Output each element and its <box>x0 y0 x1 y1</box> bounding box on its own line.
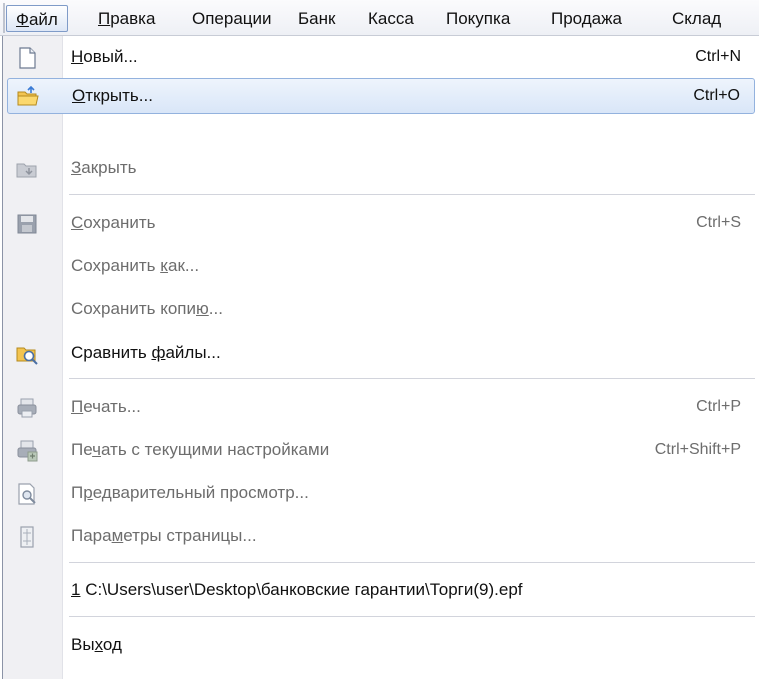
save-copy-pre: Сохранить копи <box>71 299 196 318</box>
page-setup-pre: Пара <box>71 526 112 545</box>
new-accel: Н <box>71 47 84 66</box>
menu-item-open-shortcut: Ctrl+O <box>693 87 740 104</box>
close-folder-icon <box>15 157 39 181</box>
menu-item-print-current-shortcut: Ctrl+Shift+P <box>654 441 741 458</box>
menu-edit-accel: П <box>98 9 111 28</box>
open-accel: О <box>72 86 86 105</box>
open-folder-icon <box>16 85 40 109</box>
page-setup-accel: м <box>111 526 124 545</box>
save-post: охранить <box>83 213 156 232</box>
menu-cash[interactable]: Касса <box>368 5 414 32</box>
menu-item-new-label: Новый... <box>71 40 138 74</box>
menu-bar-grip <box>3 3 5 33</box>
menu-item-exit-label: Выход <box>71 628 122 662</box>
preview-pre: П <box>71 483 84 502</box>
menu-cash-label: Касса <box>368 9 414 28</box>
exit-accel: х <box>94 635 103 654</box>
new-post: овый... <box>83 47 138 66</box>
open-post: ткрыть... <box>85 86 153 105</box>
page-setup-icon <box>15 525 39 549</box>
menu-item-print[interactable]: Печать... Ctrl+P <box>7 390 755 426</box>
print-current-pre: Пе <box>71 440 93 459</box>
print-current-post: ать с текущими настройками <box>100 440 330 459</box>
compare-pre: Сравнить <box>71 343 152 362</box>
close-accel: З <box>71 158 82 177</box>
menu-item-compare-files[interactable]: Сравнить файлы... <box>7 336 755 372</box>
menu-item-save-copy[interactable]: Сохранить копию... <box>7 292 755 328</box>
preview-accel: р <box>83 483 93 502</box>
menu-item-close[interactable]: Закрыть <box>7 151 755 187</box>
file-menu-dropdown: Новый... Ctrl+N Открыть... Ctrl+O Закрыт… <box>2 36 759 679</box>
menu-item-recent-file-label: 1 C:\Users\user\Desktop\банковские гаран… <box>71 573 523 607</box>
print-current-accel: ч <box>92 440 101 459</box>
menu-item-open-label: Открыть... <box>72 79 153 113</box>
printer-icon <box>15 396 39 420</box>
save-as-accel: к <box>160 256 169 275</box>
save-as-pre: Сохранить <box>71 256 161 275</box>
menu-item-close-label: Закрыть <box>71 151 137 185</box>
menu-item-save[interactable]: Сохранить Ctrl+S <box>7 206 755 242</box>
menu-bank[interactable]: Банк <box>298 5 335 32</box>
print-preview-icon <box>15 482 39 506</box>
menu-file-accel: Ф <box>16 10 29 29</box>
menu-sales[interactable]: Продажа <box>551 5 622 32</box>
separator <box>69 562 755 563</box>
menu-edit[interactable]: Правка <box>98 5 155 32</box>
exit-post: од <box>102 635 122 654</box>
separator <box>69 378 755 379</box>
menu-item-print-preview[interactable]: Предварительный просмотр... <box>7 476 755 512</box>
menu-file-post: айл <box>28 10 58 29</box>
menu-operations-label: Операции <box>192 9 272 28</box>
menu-sales-label: Продажа <box>551 9 622 28</box>
menu-item-print-preview-label: Предварительный просмотр... <box>71 476 309 510</box>
floppy-disk-icon <box>15 212 39 236</box>
page-setup-post: етры страницы... <box>123 526 257 545</box>
print-accel: П <box>71 397 84 416</box>
menu-bar: Файл Правка Операции Банк Касса Покупка … <box>0 0 759 36</box>
compare-post: айлы... <box>165 343 221 362</box>
menu-item-save-shortcut: Ctrl+S <box>696 214 741 231</box>
document-icon <box>15 46 39 70</box>
menu-item-compare-files-label: Сравнить файлы... <box>71 336 221 370</box>
save-copy-accel: ю <box>196 299 209 318</box>
menu-warehouse-label: Склад <box>672 9 722 28</box>
preview-post: едварительный просмотр... <box>92 483 309 502</box>
menu-item-exit[interactable]: Выход <box>7 628 755 664</box>
menu-item-page-setup[interactable]: Параметры страницы... <box>7 519 755 555</box>
recent-post: C:\Users\user\Desktop\банковские гаранти… <box>80 580 523 599</box>
print-post: ечать... <box>83 397 141 416</box>
menu-item-print-shortcut: Ctrl+P <box>696 398 741 415</box>
menu-purchase[interactable]: Покупка <box>446 5 510 32</box>
printer-settings-icon <box>15 439 39 463</box>
save-as-post: ак... <box>168 256 200 275</box>
menu-edit-post: равка <box>110 9 156 28</box>
save-copy-post: ... <box>208 299 223 318</box>
exit-pre: Вы <box>71 635 95 654</box>
menu-item-page-setup-label: Параметры страницы... <box>71 519 257 553</box>
menu-item-save-label: Сохранить <box>71 206 155 240</box>
menu-file[interactable]: Файл <box>6 5 68 32</box>
menu-item-new-shortcut: Ctrl+N <box>695 48 741 65</box>
menu-bank-label: Банк <box>298 9 336 28</box>
compare-files-icon <box>15 342 39 366</box>
menu-purchase-label: Покупка <box>446 9 511 28</box>
menu-item-save-as-label: Сохранить как... <box>71 249 199 283</box>
menu-item-print-current[interactable]: Печать с текущими настройками Ctrl+Shift… <box>7 433 755 469</box>
menu-item-new[interactable]: Новый... Ctrl+N <box>7 40 755 76</box>
separator <box>69 616 755 617</box>
menu-item-print-label: Печать... <box>71 390 141 424</box>
separator <box>69 194 755 195</box>
menu-item-open[interactable]: Открыть... Ctrl+O <box>7 78 755 114</box>
close-post: акрыть <box>81 158 137 177</box>
save-accel: С <box>71 213 84 232</box>
compare-accel: ф <box>151 343 166 362</box>
menu-item-save-as[interactable]: Сохранить как... <box>7 249 755 285</box>
menu-warehouse[interactable]: Склад <box>672 5 721 32</box>
menu-item-recent-file[interactable]: 1 C:\Users\user\Desktop\банковские гаран… <box>7 573 755 609</box>
menu-item-print-current-label: Печать с текущими настройками <box>71 433 329 467</box>
menu-operations[interactable]: Операции <box>192 5 272 32</box>
menu-item-save-copy-label: Сохранить копию... <box>71 292 223 326</box>
